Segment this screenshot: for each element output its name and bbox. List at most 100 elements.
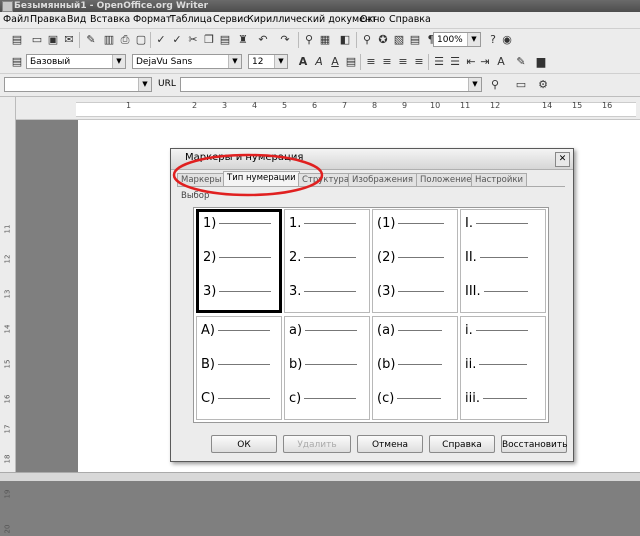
target-frame-icon[interactable]: ▭ xyxy=(514,78,528,92)
tab-numbering-type[interactable]: Тип нумерации xyxy=(223,171,300,186)
font-size-combo[interactable]: 12 ▼ xyxy=(248,54,288,69)
help-button[interactable]: Справка xyxy=(429,435,495,453)
justify-icon[interactable]: ≡ xyxy=(412,55,426,69)
office-help-icon[interactable]: ◉ xyxy=(500,33,514,47)
show-draw-functions-icon[interactable]: ◧ xyxy=(338,33,352,47)
table-icon[interactable]: ▦ xyxy=(318,33,332,47)
print-icon[interactable]: ⎙ xyxy=(118,33,132,47)
list-item: ii. xyxy=(465,357,528,372)
data-sources-icon[interactable]: ▤ xyxy=(408,33,422,47)
numbering-icon[interactable]: ☰ xyxy=(432,55,446,69)
url-combo[interactable]: ▼ xyxy=(180,77,482,92)
font-color-icon[interactable]: A xyxy=(494,55,508,69)
save-icon[interactable]: ▣ xyxy=(46,33,60,47)
tab-bullets[interactable]: Маркеры xyxy=(177,173,226,186)
close-icon[interactable]: ✕ xyxy=(555,152,570,167)
new-document-icon[interactable]: ▤ xyxy=(10,33,24,47)
menu-insert[interactable]: Вставка xyxy=(90,14,130,26)
tab-outline[interactable]: Структура xyxy=(298,173,354,186)
gallery-icon[interactable]: ▧ xyxy=(392,33,406,47)
highlight-icon[interactable]: ✎ xyxy=(514,55,528,69)
menu-cyrillic-document[interactable]: Кириллический документ xyxy=(247,14,377,26)
export-pdf-icon[interactable]: ▥ xyxy=(102,33,116,47)
paragraph-style-combo[interactable]: Базовый ▼ xyxy=(26,54,126,69)
underline-icon[interactable]: A xyxy=(328,55,342,69)
zoom-value: 100% xyxy=(437,35,463,45)
menu-tools[interactable]: Сервис xyxy=(213,14,249,26)
numbering-option-4[interactable]: I. II. III. xyxy=(460,209,546,313)
chevron-down-icon[interactable]: ▼ xyxy=(138,78,151,91)
open-folder-icon[interactable]: ▭ xyxy=(30,33,44,47)
bold-icon[interactable]: A xyxy=(296,55,310,69)
tab-options[interactable]: Настройки xyxy=(471,173,528,186)
chevron-down-icon[interactable]: ▼ xyxy=(467,33,480,46)
hyperlink-icon[interactable]: ⚲ xyxy=(302,33,316,47)
print-preview-icon[interactable]: ▢ xyxy=(134,33,148,47)
selection-group-label: Выбор xyxy=(181,191,210,201)
navigator-icon[interactable]: ✪ xyxy=(376,33,390,47)
cut-icon[interactable]: ✂ xyxy=(186,33,200,47)
edit-file-icon[interactable]: ✎ xyxy=(84,33,98,47)
numbering-option-1[interactable]: 1) 2) 3) xyxy=(196,209,282,313)
numbering-option-3[interactable]: (1) (2) (3) xyxy=(372,209,458,313)
find-replace-icon[interactable]: ⚲ xyxy=(360,33,374,47)
numbering-option-5[interactable]: A) B) C) xyxy=(196,316,282,420)
align-center-icon[interactable]: ≡ xyxy=(380,55,394,69)
help-icon[interactable]: ? xyxy=(486,33,500,47)
list-item: c) xyxy=(289,391,357,406)
background-color-icon[interactable]: ▆ xyxy=(534,55,548,69)
align-right-icon[interactable]: ≡ xyxy=(396,55,410,69)
dialog-title: Маркеры и нумерация xyxy=(185,152,304,163)
list-item: I. xyxy=(465,216,528,231)
undo-icon[interactable]: ↶ xyxy=(256,33,270,47)
find-link-icon[interactable]: ⚙ xyxy=(536,78,550,92)
increase-indent-icon[interactable]: ⇥ xyxy=(478,55,492,69)
spellcheck-icon[interactable]: ✓ xyxy=(154,33,168,47)
numbering-option-2[interactable]: 1. 2. 3. xyxy=(284,209,370,313)
email-icon[interactable]: ✉ xyxy=(62,33,76,47)
menu-window[interactable]: Окно xyxy=(360,14,385,26)
cancel-button[interactable]: Отмена xyxy=(357,435,423,453)
numbering-option-6[interactable]: a) b) c) xyxy=(284,316,370,420)
decrease-indent-icon[interactable]: ⇤ xyxy=(464,55,478,69)
chevron-down-icon[interactable]: ▼ xyxy=(274,55,287,68)
tab-images[interactable]: Изображения xyxy=(348,173,418,186)
chevron-down-icon[interactable]: ▼ xyxy=(468,78,481,91)
menu-table[interactable]: Таблица xyxy=(170,14,212,26)
zoom-combo[interactable]: 100% ▼ xyxy=(433,32,481,47)
delete-button[interactable]: Удалить xyxy=(283,435,351,453)
menu-file[interactable]: Файл xyxy=(3,14,29,26)
ok-button[interactable]: ОК xyxy=(211,435,277,453)
numbering-option-7[interactable]: (a) (b) (c) xyxy=(372,316,458,420)
list-item: III. xyxy=(465,284,528,299)
styles-formatting-icon[interactable]: ▤ xyxy=(10,55,24,69)
chevron-down-icon[interactable]: ▼ xyxy=(112,55,125,68)
menu-view[interactable]: Вид xyxy=(67,14,86,26)
paragraph-style-value: Базовый xyxy=(30,57,71,67)
hruler-tick: 7 xyxy=(342,101,348,110)
autospell-icon[interactable]: ✓ xyxy=(170,33,184,47)
menu-edit[interactable]: Правка xyxy=(30,14,66,26)
redo-icon[interactable]: ↷ xyxy=(278,33,292,47)
shadow-icon[interactable]: ▤ xyxy=(344,55,358,69)
insert-link-icon[interactable]: ⚲ xyxy=(488,78,502,92)
clone-formatting-icon[interactable]: ♜ xyxy=(236,33,250,47)
list-item: 2. xyxy=(289,250,357,265)
numbering-option-8[interactable]: i. ii. iii. xyxy=(460,316,546,420)
menu-format[interactable]: Формат xyxy=(133,14,172,26)
reset-button[interactable]: Восстановить xyxy=(501,435,567,453)
font-name-combo[interactable]: DejaVu Sans ▼ xyxy=(132,54,242,69)
paste-icon[interactable]: ▤ xyxy=(218,33,232,47)
align-left-icon[interactable]: ≡ xyxy=(364,55,378,69)
chevron-down-icon[interactable]: ▼ xyxy=(228,55,241,68)
copy-icon[interactable]: ❐ xyxy=(202,33,216,47)
vruler-tick: 12 xyxy=(3,254,12,264)
italic-icon[interactable]: A xyxy=(312,55,326,69)
bullets-icon[interactable]: ☰ xyxy=(448,55,462,69)
list-item: (a) xyxy=(377,323,443,338)
hruler-tick: 5 xyxy=(282,101,288,110)
standard-toolbar: ▤ ▭ ▣ ✉ ✎ ▥ ⎙ ▢ ✓ ✓ ✂ ❐ ▤ ♜ ↶ ↷ ⚲ ▦ ◧ ⚲ … xyxy=(0,29,640,52)
menu-help[interactable]: Справка xyxy=(389,14,431,26)
tab-position[interactable]: Положение xyxy=(416,173,476,186)
link-name-combo[interactable]: ▼ xyxy=(4,77,152,92)
